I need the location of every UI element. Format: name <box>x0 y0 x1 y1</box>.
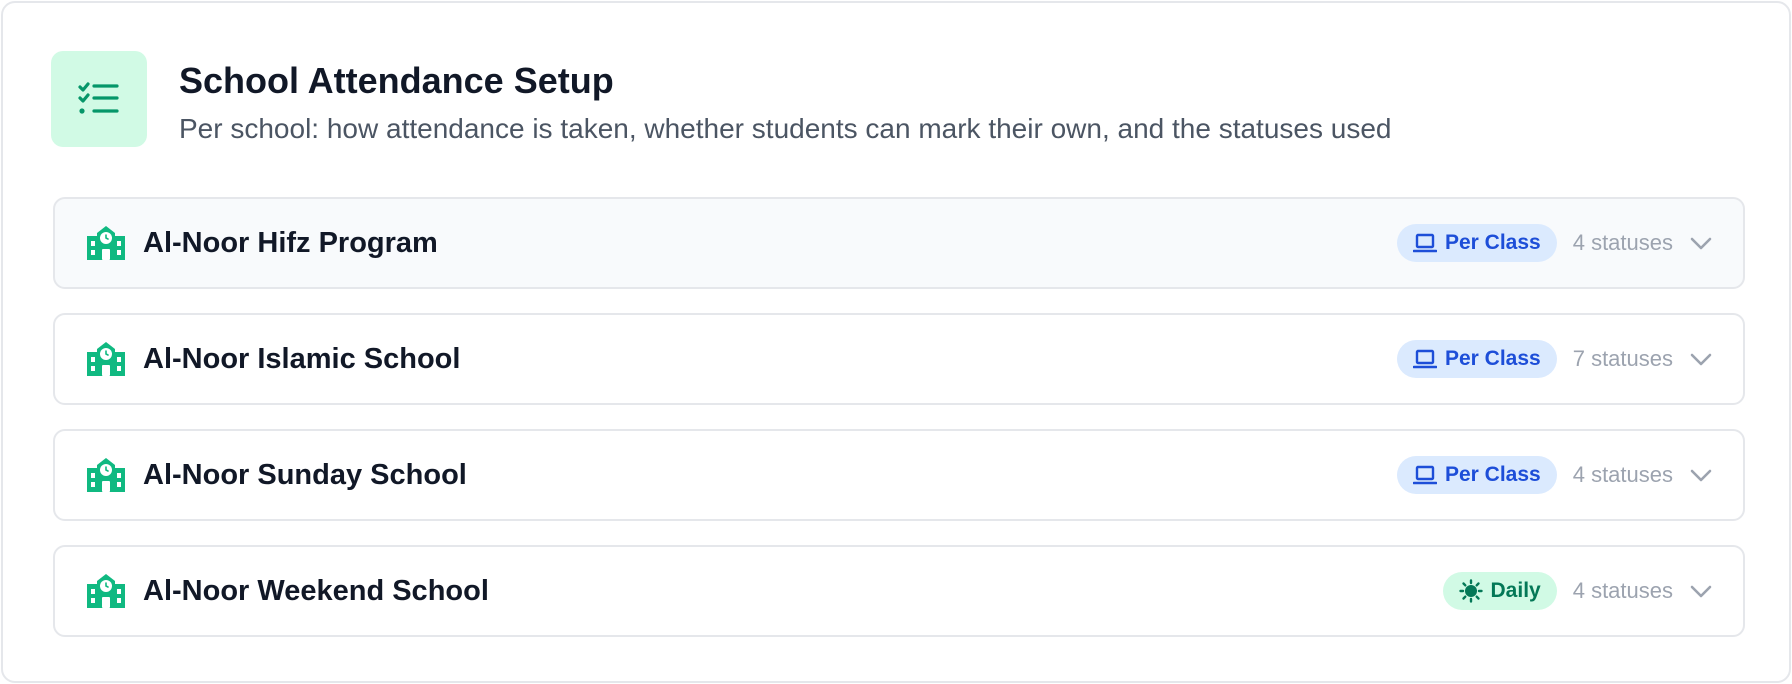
page-title: School Attendance Setup <box>179 60 614 101</box>
card-header: School Attendance Setup Per school: how … <box>51 51 1391 147</box>
school-row[interactable]: Al-Noor Hifz Program Per Class 4 statuse… <box>53 197 1745 289</box>
school-icon <box>85 457 127 493</box>
status-count: 4 statuses <box>1572 578 1673 603</box>
attendance-mode-label: Per Class <box>1444 463 1541 486</box>
page-subtitle: Per school: how attendance is taken, whe… <box>179 113 1392 144</box>
school-name: Al-Noor Hifz Program <box>143 226 438 259</box>
school-name: Al-Noor Sunday School <box>143 458 467 491</box>
school-row[interactable]: Al-Noor Sunday School Per Class 4 status… <box>53 429 1745 521</box>
status-count: 4 statuses <box>1572 230 1673 255</box>
attendance-mode-label: Daily <box>1490 579 1541 602</box>
attendance-mode-badge: Per Class <box>1396 224 1557 262</box>
status-count: 4 statuses <box>1572 462 1673 487</box>
school-name: Al-Noor Weekend School <box>143 574 489 607</box>
school-icon <box>85 573 127 609</box>
laptop-icon <box>1412 347 1437 371</box>
attendance-mode-badge: Per Class <box>1396 456 1557 494</box>
school-list: Al-Noor Hifz Program Per Class 4 statuse… <box>53 197 1745 661</box>
sun-icon <box>1458 579 1483 603</box>
school-name: Al-Noor Islamic School <box>143 342 461 375</box>
chevron-down-icon[interactable] <box>1689 347 1713 371</box>
school-icon <box>85 341 127 377</box>
attendance-mode-badge: Per Class <box>1396 340 1557 378</box>
laptop-icon <box>1412 231 1437 255</box>
school-row[interactable]: Al-Noor Weekend School Daily 4 statuses <box>53 545 1745 637</box>
chevron-down-icon[interactable] <box>1689 579 1713 603</box>
attendance-mode-badge: Daily <box>1442 572 1557 610</box>
list-checks-icon <box>51 51 147 147</box>
chevron-down-icon[interactable] <box>1689 231 1713 255</box>
laptop-icon <box>1412 463 1437 487</box>
school-icon <box>85 225 127 261</box>
chevron-down-icon[interactable] <box>1689 463 1713 487</box>
attendance-mode-label: Per Class <box>1444 347 1541 370</box>
attendance-mode-label: Per Class <box>1444 231 1541 254</box>
attendance-setup-card: School Attendance Setup Per school: how … <box>1 1 1791 683</box>
school-row[interactable]: Al-Noor Islamic School Per Class 7 statu… <box>53 313 1745 405</box>
status-count: 7 statuses <box>1572 346 1673 371</box>
